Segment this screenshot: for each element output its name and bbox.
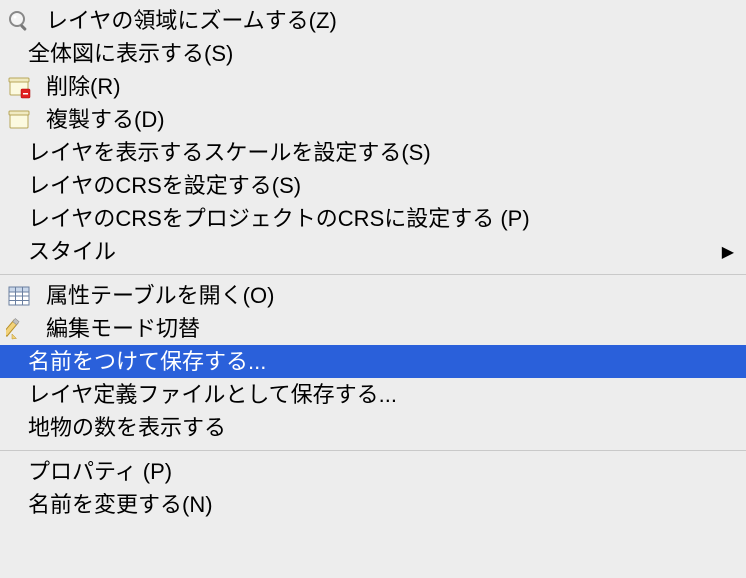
menu-item-label: 複製する(D)	[46, 109, 165, 131]
menu-item-properties[interactable]: プロパティ (P)	[0, 455, 746, 488]
delete-layer-icon	[6, 74, 44, 100]
menu-item-label: 地物の数を表示する	[28, 417, 226, 439]
menu-item-show-feature-count[interactable]: 地物の数を表示する	[0, 411, 746, 444]
menu-group-1: レイヤの領域にズームする(Z) 全体図に表示する(S) 削除(R)	[0, 0, 746, 274]
menu-item-label: プロパティ (P)	[28, 461, 172, 483]
menu-item-toggle-editing[interactable]: 編集モード切替	[0, 312, 746, 345]
menu-item-open-attribute-table[interactable]: 属性テーブルを開く(O)	[0, 279, 746, 312]
menu-item-save-as-layer-definition[interactable]: レイヤ定義ファイルとして保存する...	[0, 378, 746, 411]
menu-item-label: 名前をつけて保存する...	[28, 351, 266, 373]
menu-group-3: プロパティ (P) 名前を変更する(N)	[0, 451, 746, 527]
menu-item-label: レイヤのCRSを設定する(S)	[28, 175, 301, 197]
duplicate-layer-icon	[6, 107, 44, 133]
menu-item-label: レイヤを表示するスケールを設定する(S)	[28, 142, 431, 164]
menu-group-2: 属性テーブルを開く(O) 編集モード切替 名前をつけて保存する... レイヤ定義…	[0, 275, 746, 450]
menu-item-label: 名前を変更する(N)	[28, 494, 213, 516]
menu-item-label: スタイル	[28, 241, 116, 263]
menu-item-set-layer-crs[interactable]: レイヤのCRSを設定する(S)	[0, 169, 746, 202]
menu-item-label: レイヤのCRSをプロジェクトのCRSに設定する (P)	[28, 208, 530, 230]
menu-item-label: 編集モード切替	[46, 318, 200, 340]
menu-item-set-project-crs-from-layer[interactable]: レイヤのCRSをプロジェクトのCRSに設定する (P)	[0, 202, 746, 235]
chevron-right-icon: ▶	[722, 242, 736, 262]
menu-item-zoom-to-layer[interactable]: レイヤの領域にズームする(Z)	[0, 4, 746, 37]
context-menu: レイヤの領域にズームする(Z) 全体図に表示する(S) 削除(R)	[0, 0, 746, 527]
table-icon	[6, 283, 44, 309]
menu-item-set-scale-visibility[interactable]: レイヤを表示するスケールを設定する(S)	[0, 136, 746, 169]
menu-item-remove[interactable]: 削除(R)	[0, 70, 746, 103]
menu-item-label: 全体図に表示する(S)	[28, 43, 233, 65]
menu-item-label: レイヤの領域にズームする(Z)	[46, 10, 337, 32]
pencil-icon	[6, 316, 44, 342]
menu-item-save-as[interactable]: 名前をつけて保存する...	[0, 345, 746, 378]
menu-item-label: 削除(R)	[46, 76, 121, 98]
zoom-icon	[6, 8, 44, 34]
menu-item-rename[interactable]: 名前を変更する(N)	[0, 488, 746, 521]
menu-item-style[interactable]: スタイル ▶	[0, 235, 746, 268]
menu-item-label: 属性テーブルを開く(O)	[46, 285, 274, 307]
menu-item-duplicate[interactable]: 複製する(D)	[0, 103, 746, 136]
menu-item-label: レイヤ定義ファイルとして保存する...	[28, 384, 397, 406]
menu-item-show-in-overview[interactable]: 全体図に表示する(S)	[0, 37, 746, 70]
